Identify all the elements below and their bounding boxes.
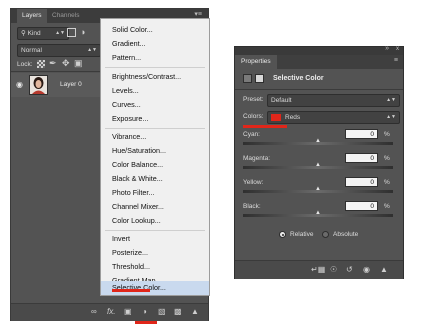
menu-item-vibrance[interactable]: Vibrance... [101, 130, 209, 144]
menu-item-invert[interactable]: Invert [101, 232, 209, 246]
menu-item-brightness-contrast[interactable]: Brightness/Contrast... [101, 70, 209, 84]
tab-channels[interactable]: Channels [47, 9, 84, 23]
tab-properties[interactable]: Properties [235, 55, 277, 69]
menu-item-channel-mixer[interactable]: Channel Mixer... [101, 200, 209, 214]
filter-kind-label: Kind [27, 30, 41, 37]
lock-label: Lock: [17, 61, 33, 68]
color-swatch [271, 114, 281, 121]
cyan-slider-thumb[interactable]: ▲ [315, 138, 321, 144]
updown-arrows-icon: ▲▼ [386, 97, 396, 103]
menu-item-color-balance[interactable]: Color Balance... [101, 158, 209, 172]
pixel-filter-icon[interactable] [67, 28, 76, 37]
black-slider-thumb[interactable]: ▲ [315, 210, 321, 216]
view-previous-icon[interactable]: ☉ [330, 265, 337, 275]
adjustment-layer-menu: Solid Color... Gradient... Pattern... Br… [100, 18, 210, 296]
preset-value: Default [271, 97, 292, 104]
filter-kind-select[interactable]: ⚲ Kind ▲▼ [17, 27, 69, 40]
magenta-slider-thumb[interactable]: ▲ [315, 162, 321, 168]
relative-radio[interactable] [279, 231, 286, 238]
absolute-label[interactable]: Absolute [333, 231, 358, 238]
properties-header-strip: » x [235, 45, 403, 55]
new-layer-icon[interactable]: ▩ [174, 307, 182, 317]
layer-thumbnail [29, 75, 48, 95]
layer-mask-icon[interactable] [255, 74, 264, 83]
visibility-eye-icon[interactable]: ◉ [16, 80, 23, 89]
properties-tab-bar: Properties ≡ [235, 55, 403, 69]
menu-item-exposure[interactable]: Exposure... [101, 112, 209, 126]
magenta-unit: % [384, 155, 390, 162]
black-label: Black: [243, 203, 261, 210]
yellow-unit: % [384, 179, 390, 186]
adjustment-title: Selective Color [273, 75, 324, 82]
updown-arrows-icon: ▲▼ [55, 30, 65, 36]
properties-panel: » x Properties ≡ Selective Color Preset:… [234, 45, 404, 279]
cyan-label: Cyan: [243, 131, 260, 138]
menu-separator [105, 67, 205, 68]
colors-select[interactable]: Reds ▲▼ [267, 111, 400, 124]
clip-to-layer-icon[interactable]: ↵▦ [311, 265, 325, 275]
trash-icon[interactable]: ▲ [191, 307, 199, 317]
magenta-value-input[interactable]: 0 [345, 153, 378, 163]
adjustment-icon[interactable]: ◑ [142, 307, 147, 317]
highlight-underline-adjustment [135, 321, 157, 324]
layers-bottom-bar: ∞ fx. ▣ ◑ ▧ ▩ ▲ [11, 303, 208, 321]
close-icon[interactable]: x [396, 46, 399, 52]
properties-bottom-bar: ↵▦ ☉ ↺ ◉ ▲ [235, 260, 403, 279]
mask-icon[interactable]: ▣ [124, 307, 132, 317]
collapse-double-arrow-icon[interactable]: » [385, 45, 389, 52]
yellow-value-input[interactable]: 0 [345, 177, 378, 187]
reset-icon[interactable]: ↺ [346, 265, 353, 275]
menu-separator [105, 230, 205, 231]
relative-label[interactable]: Relative [290, 231, 313, 238]
preset-label: Preset: [243, 96, 264, 103]
menu-item-gradient[interactable]: Gradient... [101, 37, 209, 51]
layer-name[interactable]: Layer 0 [60, 81, 82, 88]
cyan-value-input[interactable]: 0 [345, 129, 378, 139]
yellow-label: Yellow: [243, 179, 264, 186]
colors-label: Colors: [243, 113, 264, 120]
menu-item-curves[interactable]: Curves... [101, 98, 209, 112]
preset-select[interactable]: Default ▲▼ [267, 94, 400, 107]
colors-value: Reds [285, 114, 301, 121]
tab-layers[interactable]: Layers [17, 9, 47, 23]
menu-item-solid-color[interactable]: Solid Color... [101, 23, 209, 37]
highlight-underline-selective-color [112, 289, 150, 292]
updown-arrows-icon: ▲▼ [87, 47, 97, 53]
menu-separator [105, 128, 205, 129]
trash-icon[interactable]: ▲ [380, 265, 388, 275]
adjustment-layer-icon [243, 74, 252, 83]
cyan-unit: % [384, 131, 390, 138]
menu-item-pattern[interactable]: Pattern... [101, 51, 209, 65]
highlight-underline-colors [243, 125, 287, 128]
blend-mode-value: Normal [21, 47, 42, 54]
yellow-slider-thumb[interactable]: ▲ [315, 186, 321, 192]
menu-item-selective-color[interactable]: Selective Color... [101, 281, 209, 295]
lock-icon[interactable]: ▣ [74, 58, 83, 69]
menu-item-threshold[interactable]: Threshold... [101, 260, 209, 274]
updown-arrows-icon: ▲▼ [386, 114, 396, 120]
blend-mode-select[interactable]: Normal ▲▼ [17, 44, 101, 57]
panel-menu-icon[interactable]: ≡ [394, 57, 398, 64]
menu-item-posterize[interactable]: Posterize... [101, 246, 209, 260]
visibility-eye-icon[interactable]: ◉ [363, 265, 370, 275]
fx-icon[interactable]: fx. [107, 307, 115, 317]
link-icon[interactable]: ∞ [91, 307, 97, 317]
menu-item-hue-saturation[interactable]: Hue/Saturation... [101, 144, 209, 158]
magenta-label: Magenta: [243, 155, 271, 162]
move-icon[interactable]: ✥ [62, 58, 70, 69]
divider [235, 89, 403, 90]
lock-transparent-icon[interactable] [37, 60, 45, 68]
menu-item-color-lookup[interactable]: Color Lookup... [101, 214, 209, 228]
adjustment-filter-icon[interactable]: ◑ [80, 27, 85, 37]
menu-item-photo-filter[interactable]: Photo Filter... [101, 186, 209, 200]
portrait-thumbnail-icon [30, 76, 47, 94]
absolute-radio[interactable] [322, 231, 329, 238]
search-icon: ⚲ [21, 30, 26, 37]
menu-item-black-white[interactable]: Black & White... [101, 172, 209, 186]
brush-icon[interactable]: ✒ [49, 58, 57, 69]
black-unit: % [384, 203, 390, 210]
black-value-input[interactable]: 0 [345, 201, 378, 211]
menu-item-levels[interactable]: Levels... [101, 84, 209, 98]
folder-icon[interactable]: ▧ [158, 307, 166, 317]
